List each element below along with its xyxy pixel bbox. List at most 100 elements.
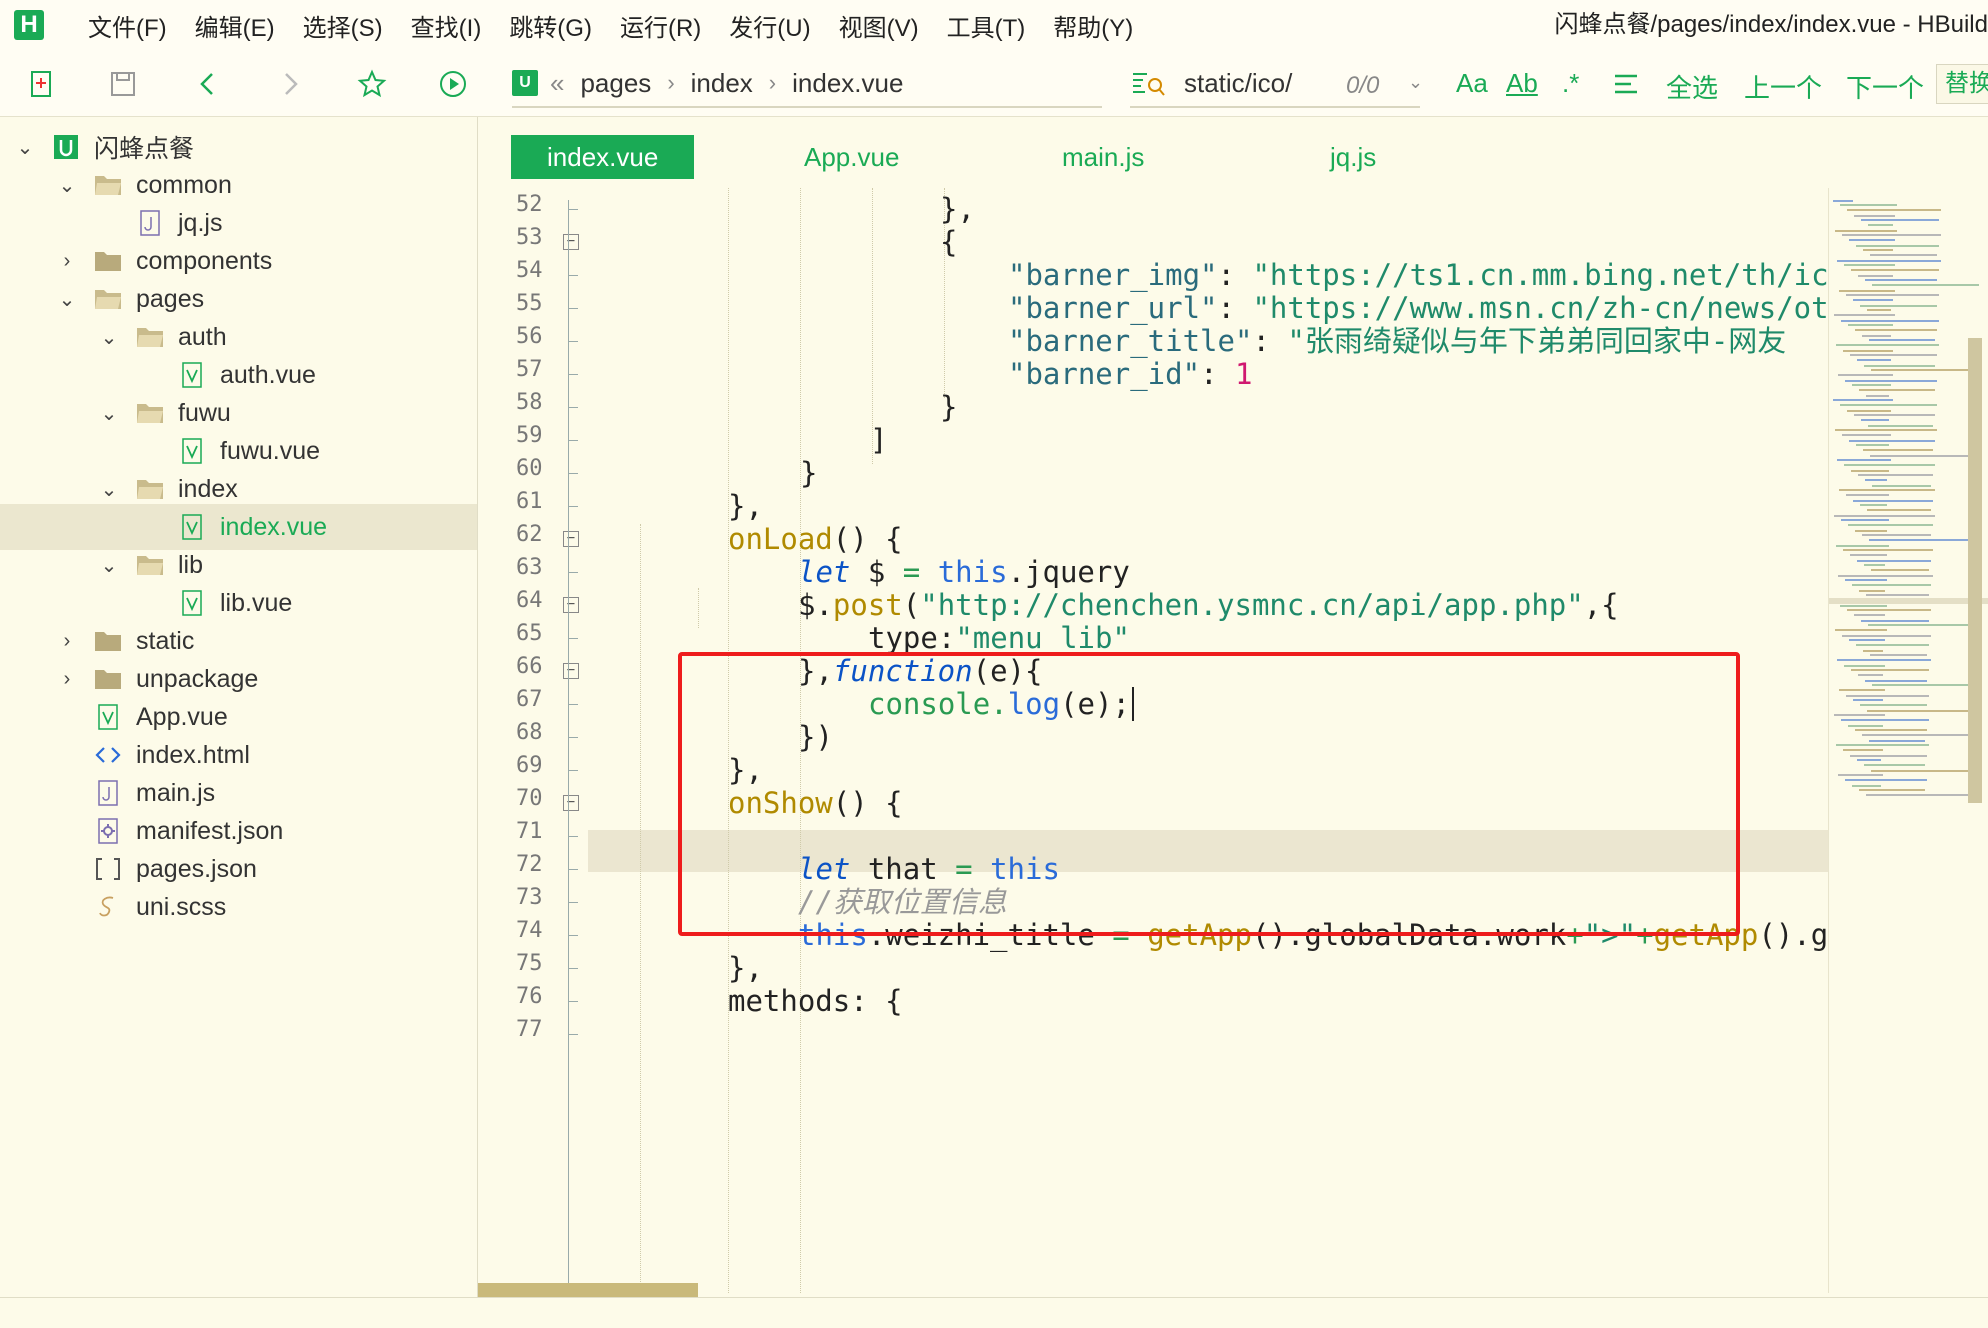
tab-main-js[interactable]: main.js [1062,135,1144,179]
tree-item-label: pages.json [136,854,257,883]
menu-run[interactable]: 运行(R) [606,8,715,43]
menu-tools[interactable]: 工具(T) [933,8,1040,43]
menu-publish[interactable]: 发行(U) [715,8,824,43]
menu-help[interactable]: 帮助(Y) [1039,8,1147,43]
vertical-scrollbar-thumb[interactable] [1968,338,1982,803]
js-file-icon [94,779,122,807]
star-icon[interactable] [352,64,392,104]
forward-icon[interactable] [270,64,310,104]
match-word-button[interactable]: Ab [1506,68,1538,99]
fold-toggle-icon[interactable]: − [563,597,579,613]
save-icon[interactable] [103,64,143,104]
window-title: 闪蜂点餐/pages/index/index.vue - HBuild [1554,11,1988,38]
align-lines-icon[interactable] [1606,64,1646,104]
replace-button[interactable]: 替换 [1936,64,1988,104]
menu-select[interactable]: 选择(S) [289,8,397,43]
breadcrumb-index[interactable]: index [691,68,753,99]
line-number: 77 [516,1017,543,1042]
breadcrumb-pages[interactable]: pages [580,68,651,99]
tree-item-label: index [178,474,238,503]
chevron-down-icon[interactable]: ⌄ [98,554,120,577]
chevron-right-icon[interactable]: › [56,250,78,272]
fold-guide-tick [568,1034,578,1035]
code-line-53: { [940,225,958,259]
tree-item-label: jq.js [178,208,223,237]
tree-item-label: components [136,246,273,275]
tab-app-vue[interactable]: App.vue [804,135,899,179]
select-all-button[interactable]: 全选 [1666,68,1718,105]
fold-guide-tick [568,869,578,870]
tree-item-label: App.vue [136,702,228,731]
chevron-down-icon[interactable]: ⌄ [56,288,78,311]
regex-button[interactable]: .* [1562,68,1579,99]
fold-guide-tick [568,902,578,903]
menu-goto[interactable]: 跳转(G) [495,8,606,43]
tree-item-label: main.js [136,778,216,807]
folder-icon [94,665,122,693]
folder-open-icon [136,323,164,351]
find-match-count: 0/0 [1346,72,1380,99]
fold-guide-tick [568,506,578,507]
minimap[interactable] [1828,188,1988,1293]
chevron-right-icon[interactable]: › [56,630,78,652]
tree-item-label: fuwu.vue [220,436,321,465]
fold-toggle-icon[interactable]: − [563,531,579,547]
breadcrumb-separator-icon: › [768,70,777,95]
tab-index-vue[interactable]: index.vue [511,135,695,179]
fold-toggle-icon[interactable]: − [563,234,579,250]
breadcrumb-chevrons-icon[interactable]: « [550,68,564,99]
fold-guide-tick [568,341,578,342]
chevron-down-icon[interactable]: ⌄ [98,478,120,501]
new-file-icon[interactable] [22,64,62,104]
fold-guide-tick [568,1001,578,1002]
fold-guide-tick [568,275,578,276]
fold-toggle-icon[interactable]: − [563,663,579,679]
chevron-down-icon[interactable]: ⌄ [56,174,78,197]
fold-toggle-icon[interactable]: − [563,795,579,811]
find-input[interactable]: static/ico/ [1184,68,1292,99]
folder-icon [94,247,122,275]
folder-open-icon [136,475,164,503]
project-explorer: ⌄ 闪蜂点餐 ⌄ common jq.js › components ⌄ pages ⌄ auth a… [0,117,478,1297]
find-history-dropdown-icon[interactable]: ⌄ [1408,72,1423,93]
menu-file[interactable]: 文件(F) [74,8,181,43]
tree-item-label: fuwu [178,398,231,427]
tree-item-label: index.html [136,740,250,769]
chevron-down-icon[interactable]: ⌄ [98,402,120,425]
back-icon[interactable] [188,64,228,104]
menu-view[interactable]: 视图(V) [825,8,933,43]
menu-edit[interactable]: 编辑(E) [181,8,289,43]
tree-item-label: lib [178,550,204,579]
vue-file-icon [178,361,206,389]
tree-item-uni-scss[interactable]: uni.scss [0,884,477,930]
run-icon[interactable] [433,64,473,104]
code-line-57: "barner_id": 1 [1008,357,1253,391]
find-in-files-icon[interactable] [1130,68,1166,98]
chevron-down-icon[interactable]: ⌄ [14,136,36,159]
tab-jq-js[interactable]: jq.js [1330,135,1376,179]
breadcrumb-separator-icon: › [667,70,675,95]
folder-open-icon [94,285,122,313]
tree-item-label: common [136,170,232,199]
chevron-down-icon[interactable]: ⌄ [98,326,120,349]
find-next-button[interactable]: 下一个 [1846,68,1924,105]
status-bar [0,1297,1988,1328]
tree-item-label: lib.vue [220,588,293,617]
find-prev-button[interactable]: 上一个 [1744,68,1822,105]
js-file-icon [136,209,164,237]
breadcrumb-file[interactable]: index.vue [792,68,903,99]
tree-item-label: static [136,626,195,655]
folder-icon [94,627,122,655]
horizontal-scrollbar-thumb[interactable] [478,1283,698,1297]
json-file-icon [94,855,122,883]
tree-item-label: index.vue [220,512,328,541]
menu-find[interactable]: 查找(I) [397,8,496,43]
match-case-button[interactable]: Aa [1456,68,1488,99]
chevron-right-icon[interactable]: › [56,668,78,690]
